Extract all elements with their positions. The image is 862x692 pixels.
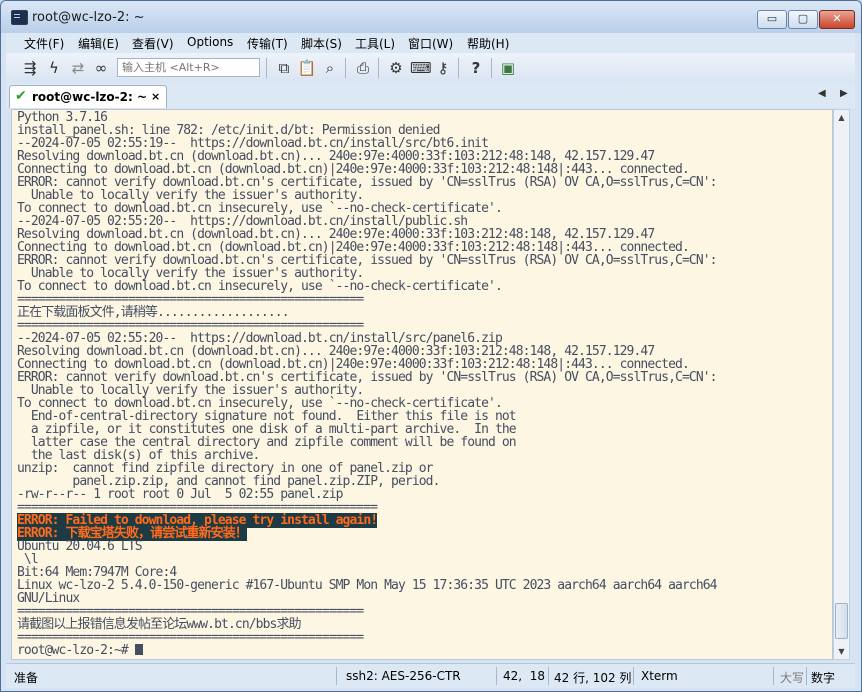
close-button[interactable]: ✕ [819, 10, 855, 29]
terminal-output[interactable]: Python 3.7.16 install_panel.sh: line 782:… [11, 109, 833, 660]
terminal-lines: Python 3.7.16 install_panel.sh: line 782:… [17, 111, 717, 657]
tab-next-icon[interactable]: ▶ [840, 88, 848, 99]
title-bar[interactable]: root@wc-lzo-2: ~ ▭ ▢ ✕ [1, 1, 861, 33]
status-separator [773, 667, 774, 685]
help-icon[interactable]: ? [466, 58, 486, 78]
status-term-type: Xterm [641, 669, 678, 683]
status-separator [806, 667, 807, 685]
menu-file[interactable]: 文件(F) [24, 35, 64, 52]
status-separator [336, 667, 337, 685]
keymap-icon[interactable]: ⌨ [410, 58, 432, 78]
menu-transfer[interactable]: 传输(T) [247, 35, 288, 52]
terminal-window: root@wc-lzo-2: ~ ▭ ▢ ✕ 文件(F) 编辑(E) 查看(V)… [0, 0, 862, 692]
tab-prev-icon[interactable]: ◀ [818, 88, 826, 99]
maximize-button[interactable]: ▢ [788, 10, 818, 29]
settings-icon[interactable]: ⚙ [386, 58, 406, 78]
shell-prompt-line: root@wc-lzo-2:~# [17, 644, 717, 657]
status-cursor-position: 42, 18 [503, 669, 545, 683]
terminal-line: Ubuntu 20.04.6 LTS [17, 539, 143, 554]
toolbar-separator [458, 58, 459, 78]
key-icon[interactable]: ⚷ [433, 58, 453, 78]
menu-edit[interactable]: 编辑(E) [78, 35, 119, 52]
tab-bar: ✔ root@wc-lzo-2: ~ × ◀ ▶ [6, 83, 855, 108]
terminal-line: Linux wc-lzo-2 5.4.0-150-generic #167-Ub… [17, 578, 717, 593]
scroll-thumb[interactable] [835, 603, 848, 639]
paste-icon[interactable]: 📋 [297, 58, 317, 78]
status-separator [496, 667, 497, 685]
print-icon[interactable]: ⎙ [353, 58, 373, 78]
menu-options[interactable]: Options [187, 35, 233, 49]
toolbar-separator [491, 58, 492, 78]
status-separator [548, 667, 549, 685]
menu-bar: 文件(F) 编辑(E) 查看(V) Options 传输(T) 脚本(S) 工具… [6, 33, 855, 53]
connect-icon[interactable]: ⇶ [20, 58, 40, 78]
tab-session[interactable]: ✔ root@wc-lzo-2: ~ × [9, 85, 167, 108]
toolbar-separator [345, 58, 346, 78]
menu-window[interactable]: 窗口(W) [408, 35, 453, 52]
status-ready: 准备 [14, 671, 39, 685]
terminal-app-icon [11, 10, 28, 25]
toolbar-separator [378, 58, 379, 78]
status-protocol: ssh2: AES-256-CTR [346, 669, 461, 683]
host-input[interactable] [117, 58, 260, 77]
scroll-up-icon[interactable]: ▲ [834, 110, 849, 125]
lightning-icon[interactable]: ϟ [44, 58, 64, 78]
copy-icon[interactable]: ⧉ [274, 58, 294, 78]
sftp-icon[interactable]: ▣ [498, 58, 518, 78]
status-separator [633, 667, 634, 685]
tab-close-icon[interactable]: × [151, 90, 160, 103]
tab-label: root@wc-lzo-2: ~ [32, 90, 148, 104]
toolbar-separator [266, 58, 267, 78]
menu-script[interactable]: 脚本(S) [301, 35, 342, 52]
status-num-lock: 数字 [811, 671, 836, 685]
vertical-scrollbar[interactable]: ▲ ▼ [833, 109, 850, 660]
menu-help[interactable]: 帮助(H) [467, 35, 509, 52]
menu-view[interactable]: 查看(V) [132, 35, 174, 52]
window-title: root@wc-lzo-2: ~ [32, 10, 145, 25]
terminal-cursor [134, 644, 143, 655]
status-rows-cols: 42 行, 102 列 [554, 671, 632, 685]
toolbar: ⇶ ϟ ⇄ ∞ ⧉ 📋 ⌕ ⎙ ⚙ ⌨ ⚷ ? ▣ [6, 53, 855, 84]
link-icon[interactable]: ∞ [91, 58, 111, 78]
minimize-button[interactable]: ▭ [757, 10, 787, 29]
scroll-down-icon[interactable]: ▼ [834, 644, 849, 659]
status-caps-lock: 大写 [780, 671, 805, 685]
menu-tools[interactable]: 工具(L) [355, 35, 395, 52]
connected-check-icon: ✔ [15, 88, 27, 104]
status-bar: 准备 ssh2: AES-256-CTR 42, 18 42 行, 102 列 … [6, 663, 855, 688]
find-icon[interactable]: ⌕ [320, 58, 340, 78]
reconnect-icon[interactable]: ⇄ [68, 58, 88, 78]
